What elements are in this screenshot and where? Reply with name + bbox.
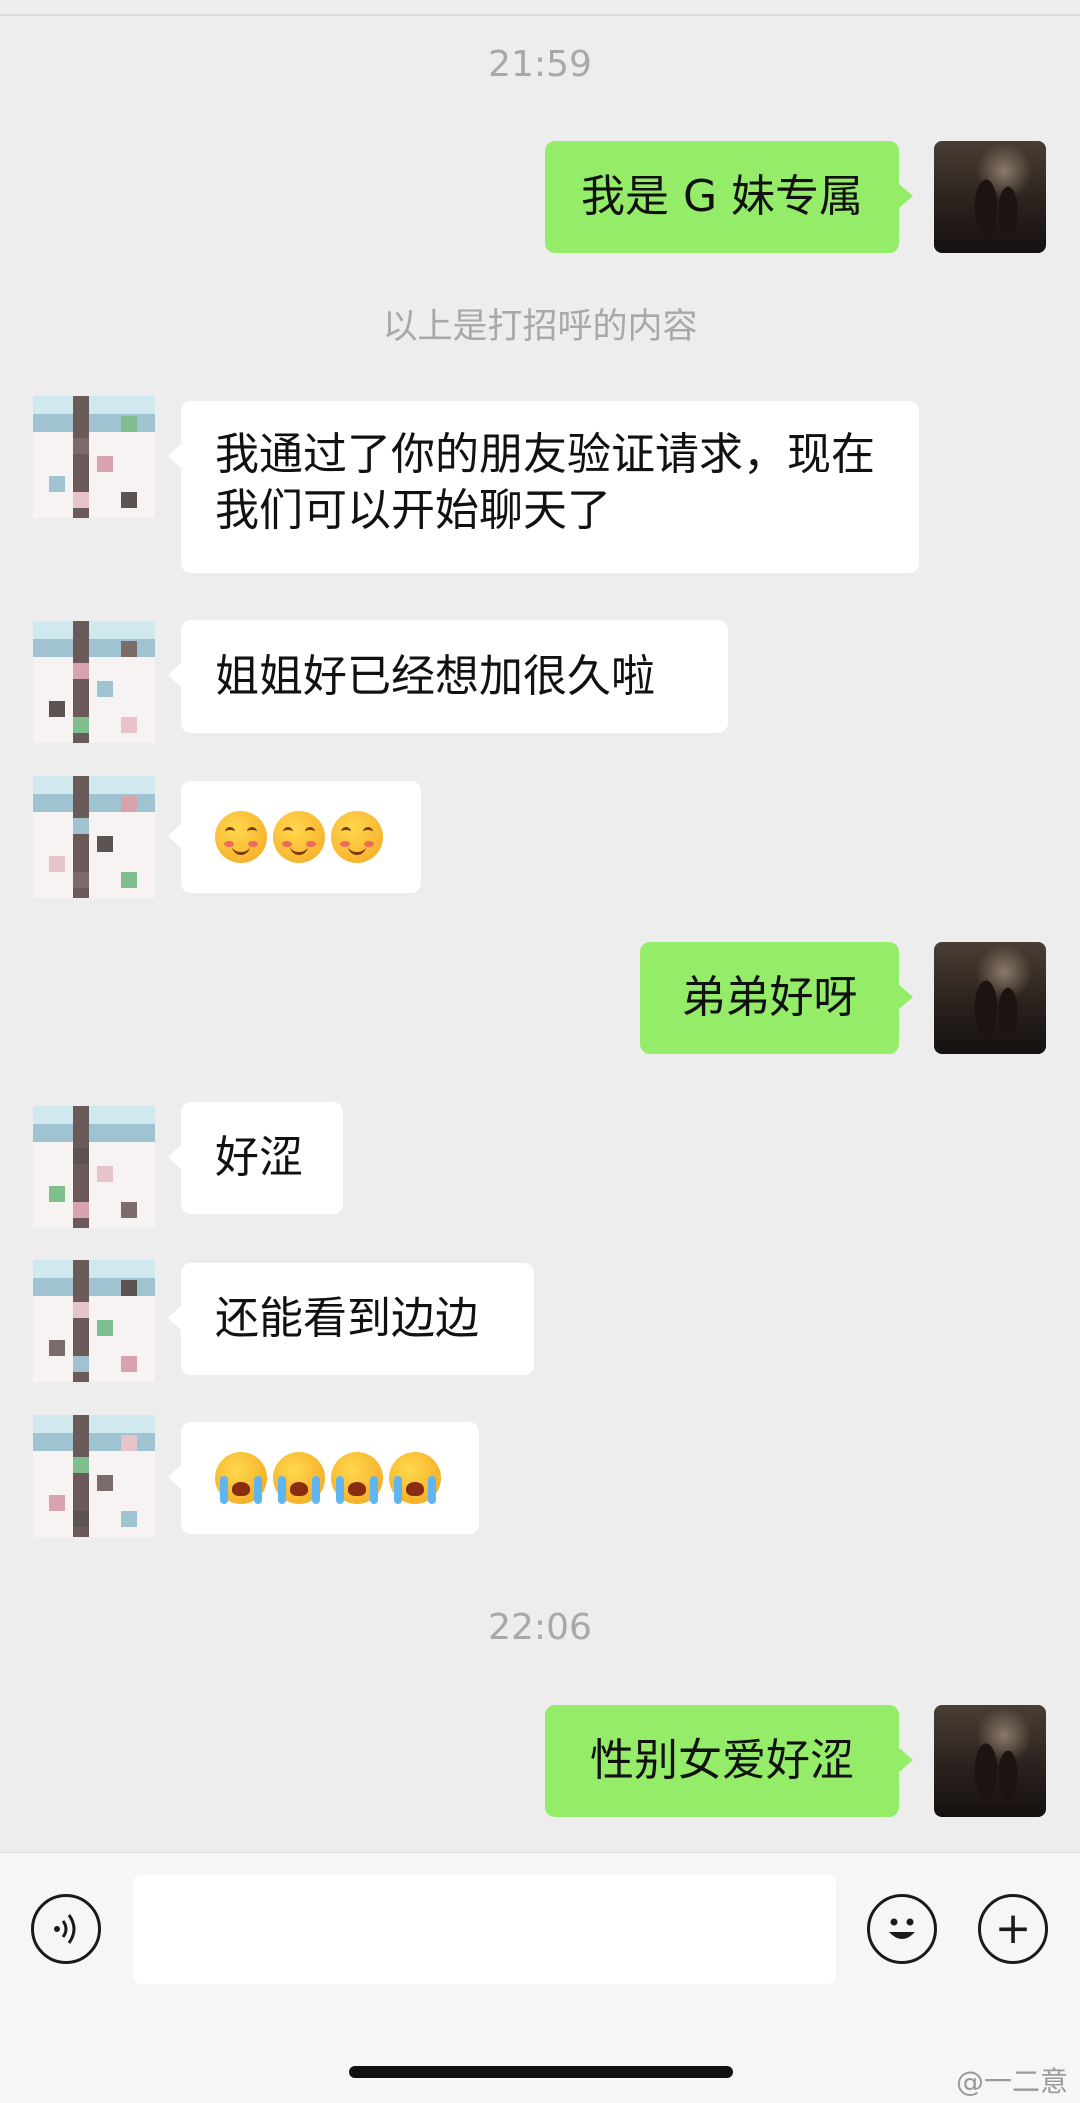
message-text: 性别女爱好涩 (590, 1735, 854, 1786)
outgoing-message[interactable]: 我是 G 妹专属 (545, 141, 913, 253)
mosaic-pixel (97, 1166, 113, 1182)
mosaic-pixel (97, 1320, 113, 1336)
mosaic-pixel (49, 1495, 65, 1511)
mosaic-pixel (121, 1511, 137, 1527)
mosaic-pixel (121, 416, 137, 432)
mosaic-pixel (49, 856, 65, 872)
contact-avatar[interactable] (33, 1260, 155, 1382)
my-avatar[interactable] (934, 141, 1046, 253)
timestamp: 22:06 (488, 1607, 592, 1648)
contact-avatar[interactable] (33, 621, 155, 743)
crying-emoji-icon (331, 1452, 383, 1504)
mosaic-pixel (73, 663, 89, 679)
message-input[interactable] (133, 1875, 836, 1984)
message-text: 姐姐好已经想加很久啦 (215, 650, 655, 702)
my-avatar[interactable] (934, 942, 1046, 1054)
crying-emoji-icon (215, 1452, 267, 1504)
mosaic-pixel (73, 1457, 89, 1473)
message-text: 好涩 (215, 1132, 303, 1183)
add-button[interactable]: + (978, 1894, 1048, 1964)
mosaic-pixel (73, 818, 89, 834)
mosaic-pixel (121, 1280, 137, 1296)
contact-avatar[interactable] (33, 396, 155, 518)
timestamp: 21:59 (488, 44, 592, 85)
contact-avatar[interactable] (33, 776, 155, 898)
mosaic-pixel (121, 1435, 137, 1451)
plus-icon: + (994, 1903, 1032, 1954)
incoming-emoji-message[interactable] (168, 1422, 479, 1534)
message-text: 我通过了你的朋友验证请求，现在我们可以开始聊天了 (215, 429, 875, 536)
incoming-message[interactable]: 姐姐好已经想加很久啦 (168, 620, 728, 733)
mosaic-pixel (97, 681, 113, 697)
smiley-icon[interactable] (867, 1894, 937, 1964)
voice-wave-icon (54, 1914, 76, 1944)
mosaic-pixel (73, 1148, 89, 1164)
mosaic-pixel (121, 717, 137, 733)
mosaic-pixel (97, 836, 113, 852)
mosaic-pixel (73, 1356, 89, 1372)
home-indicator[interactable] (349, 2066, 733, 2078)
incoming-message[interactable]: 我通过了你的朋友验证请求，现在我们可以开始聊天了 (168, 401, 919, 573)
my-avatar[interactable] (934, 1705, 1046, 1817)
blush-emoji-icon (215, 811, 267, 863)
mosaic-pixel (121, 872, 137, 888)
mosaic-pixel (73, 1202, 89, 1218)
incoming-message[interactable]: 还能看到边边 (168, 1263, 534, 1375)
mosaic-pixel (73, 872, 89, 888)
mosaic-pixel (73, 1302, 89, 1318)
crying-emoji-icon (389, 1452, 441, 1504)
crying-emoji-icon (273, 1452, 325, 1504)
outgoing-message[interactable]: 弟弟好呀 (640, 942, 913, 1054)
mosaic-pixel (121, 641, 137, 657)
contact-avatar[interactable] (33, 1106, 155, 1228)
mosaic-pixel (73, 1511, 89, 1527)
blush-emoji-icon (273, 811, 325, 863)
message-text: 还能看到边边 (215, 1293, 479, 1344)
message-text: 我是 G 妹专属 (580, 171, 864, 222)
outgoing-message[interactable]: 性别女爱好涩 (545, 1705, 913, 1817)
system-notice: 以上是打招呼的内容 (382, 307, 698, 347)
contact-avatar[interactable] (33, 1415, 155, 1537)
mosaic-pixel (49, 1186, 65, 1202)
mosaic-pixel (121, 1356, 137, 1372)
message-text: 弟弟好呀 (681, 972, 858, 1023)
mosaic-pixel (73, 492, 89, 508)
mosaic-pixel (97, 456, 113, 472)
top-divider (0, 14, 1080, 16)
mosaic-pixel (73, 717, 89, 733)
mosaic-pixel (121, 796, 137, 812)
incoming-message[interactable]: 好涩 (168, 1102, 343, 1214)
mosaic-pixel (73, 438, 89, 454)
mosaic-pixel (121, 1126, 137, 1142)
mosaic-pixel (49, 476, 65, 492)
watermark: @一二意 (955, 2065, 1068, 2098)
mosaic-pixel (121, 1202, 137, 1218)
mosaic-pixel (49, 1340, 65, 1356)
incoming-emoji-message[interactable] (168, 781, 421, 893)
voice-icon[interactable] (31, 1894, 101, 1964)
mosaic-pixel (49, 701, 65, 717)
mosaic-pixel (97, 1475, 113, 1491)
smiley-face-icon (889, 1918, 915, 1939)
blush-emoji-icon (331, 811, 383, 863)
mosaic-pixel (121, 492, 137, 508)
